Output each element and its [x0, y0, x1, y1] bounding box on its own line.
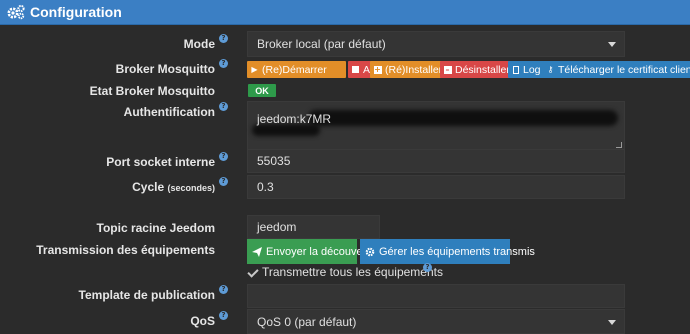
cycle-unit: (secondes) — [167, 183, 215, 193]
qos-select-value: QoS 0 (par défaut) — [257, 314, 357, 329]
auth-help-icon[interactable]: ? — [219, 102, 228, 111]
manage-equipments-button[interactable]: Gérer les équipements transmis — [360, 239, 535, 264]
qos-label: QoS — [190, 314, 215, 328]
gear-icon — [365, 247, 375, 257]
file-icon — [511, 65, 520, 74]
template-input[interactable] — [247, 284, 625, 308]
cycle-label-text: Cycle — [132, 180, 165, 194]
mode-label: Mode — [183, 37, 215, 51]
uninstall-broker-label: Désinstaller — [455, 63, 510, 76]
transmission-label: Transmission des équipements — [36, 243, 215, 257]
topic-value: jeedom — [257, 220, 297, 234]
cogs-icon — [6, 4, 26, 20]
download-certificate-label: Télécharger le certificat client — [558, 63, 690, 76]
cycle-label: Cycle (secondes) — [132, 180, 215, 194]
auth-textarea[interactable]: jeedom:k7MR — [247, 101, 625, 151]
check-icon[interactable] — [247, 267, 258, 278]
template-label: Template de publication — [78, 288, 215, 302]
broker-label: Broker Mosquitto — [115, 62, 215, 76]
paper-plane-icon — [252, 246, 262, 257]
panel-header: Configuration — [0, 0, 690, 25]
plus-square-icon: + — [373, 64, 382, 74]
restart-broker-button[interactable]: ▶ (Re)Démarrer — [247, 61, 346, 78]
chevron-down-icon — [608, 42, 616, 47]
send-discovery-button[interactable]: Envoyer la découverte — [247, 239, 375, 264]
chevron-down-icon — [608, 319, 616, 325]
topic-input[interactable]: jeedom — [247, 215, 380, 239]
install-broker-label: (Ré)Installer — [385, 63, 443, 76]
auth-value: jeedom:k7MR — [257, 112, 332, 126]
manage-equipments-label: Gérer les équipements transmis — [379, 245, 535, 258]
broker-help-icon[interactable]: ? — [219, 59, 228, 68]
install-broker-button[interactable]: + (Ré)Installer — [370, 61, 447, 78]
port-input[interactable]: 55035 — [247, 149, 625, 173]
resize-handle[interactable] — [616, 142, 622, 148]
download-certificate-button[interactable]: ⚷ Télécharger le certificat client — [543, 61, 690, 78]
mode-help-icon[interactable]: ? — [219, 34, 228, 43]
cycle-input[interactable]: 0.3 — [247, 175, 625, 199]
redaction-mark — [308, 110, 618, 126]
key-icon: ⚷ — [547, 65, 554, 74]
transmit-all-checkbox-row[interactable]: Transmettre tous les équipements — [247, 265, 443, 279]
topic-label: Topic racine Jeedom — [96, 221, 215, 235]
transmit-all-help-icon[interactable]: ? — [423, 263, 432, 272]
port-help-icon[interactable]: ? — [219, 152, 228, 161]
mode-select-value: Broker local (par défaut) — [257, 37, 386, 51]
stop-icon — [351, 65, 360, 74]
restart-broker-label: (Re)Démarrer — [262, 63, 327, 76]
auth-label: Authentification — [123, 105, 215, 119]
mode-select[interactable]: Broker local (par défaut) — [247, 31, 625, 57]
qos-help-icon[interactable]: ? — [219, 311, 228, 320]
etat-label: Etat Broker Mosquitto — [89, 84, 215, 98]
qos-select[interactable]: QoS 0 (par défaut) — [247, 309, 625, 334]
port-value: 55035 — [257, 154, 291, 168]
transmit-all-label: Transmettre tous les équipements — [262, 265, 443, 279]
panel-title: Configuration — [30, 4, 122, 20]
status-badge: OK — [248, 84, 276, 97]
minus-square-icon: – — [443, 64, 452, 74]
port-label: Port socket interne — [106, 155, 215, 169]
log-label: Log — [523, 63, 541, 76]
template-help-icon[interactable]: ? — [219, 285, 228, 294]
cycle-help-icon[interactable]: ? — [219, 177, 228, 186]
log-button[interactable]: Log — [508, 61, 545, 78]
play-icon: ▶ — [251, 65, 258, 74]
uninstall-broker-button[interactable]: – Désinstaller — [440, 61, 514, 78]
cycle-value: 0.3 — [257, 180, 274, 194]
